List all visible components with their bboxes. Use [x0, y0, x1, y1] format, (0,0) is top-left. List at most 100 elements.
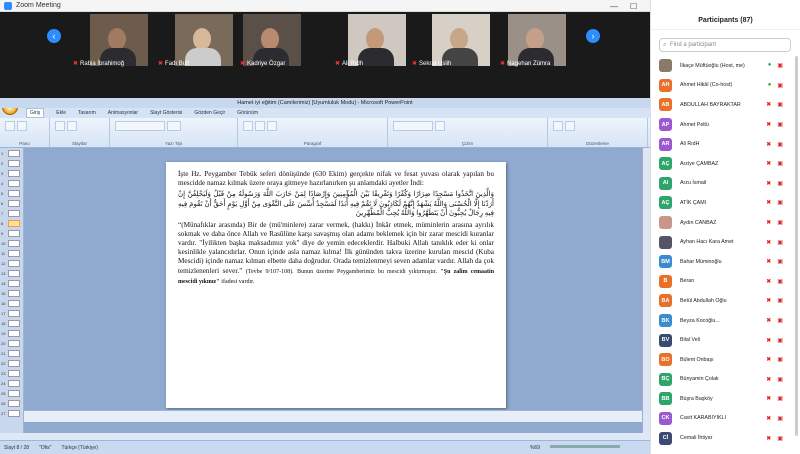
camera-off-icon: ▣	[777, 259, 783, 266]
new-slide-icon[interactable]	[55, 121, 65, 131]
notes-pane[interactable]	[24, 410, 642, 422]
slide-thumb[interactable]	[8, 170, 20, 177]
bullets-icon[interactable]	[243, 121, 253, 131]
camera-off-icon: ▣	[777, 337, 783, 344]
participant-row[interactable]: Cİ Cemali İhtiyar ✖ ▣	[651, 428, 800, 448]
participant-row[interactable]: BA Betül Abdullah Oğlu ✖ ▣	[651, 291, 800, 311]
participant-row[interactable]: BV Bilal Veli ✖ ▣	[651, 330, 800, 350]
slide-thumb[interactable]	[8, 200, 20, 207]
participant-row[interactable]: BÇ Bünyamin Çolak ✖ ▣	[651, 370, 800, 390]
participant-row[interactable]: AÇ Arziye ÇAMBAZ ✖ ▣	[651, 154, 800, 174]
tab-insert[interactable]: Ekle	[56, 110, 66, 116]
mic-muted-icon: ✖	[766, 180, 772, 187]
video-tile[interactable]	[90, 14, 148, 66]
video-tile[interactable]	[243, 14, 301, 66]
shapes-gallery[interactable]	[393, 121, 433, 131]
slide-thumb[interactable]	[8, 230, 20, 237]
layout-icon[interactable]	[67, 121, 77, 131]
participant-row[interactable]: BK Beyza Kocoğlu... ✖ ▣	[651, 311, 800, 331]
participant-row[interactable]: AH Ahmet Hikâl (Co-host) ● ▣	[651, 76, 800, 96]
video-tile[interactable]	[432, 14, 490, 66]
slide-workarea: 1 2 3 4 5 6 7 8 9 10 11 12 13 14 15 16 1…	[0, 148, 650, 433]
participant-name: Arziye ÇAMBAZ	[680, 160, 719, 167]
slide-thumb[interactable]	[8, 160, 20, 167]
tab-review[interactable]: Gözden Geçir	[194, 110, 225, 116]
avatar: BO	[659, 353, 672, 367]
slide-thumb[interactable]	[8, 350, 20, 357]
slide-thumb[interactable]	[8, 260, 20, 267]
slide-thumb[interactable]	[8, 250, 20, 257]
camera-off-icon: ▣	[777, 180, 783, 187]
participant-row[interactable]: BO Bülent Onbaşı ✖ ▣	[651, 350, 800, 370]
align-icon[interactable]	[267, 121, 277, 131]
font-size-select[interactable]	[167, 121, 181, 131]
zoom-slider[interactable]	[550, 445, 620, 448]
participant-row[interactable]: AR Ali RıdH ✖ ▣	[651, 134, 800, 154]
participant-row[interactable]: BB Büşra Başköy ✖ ▣	[651, 389, 800, 409]
video-tile[interactable]	[508, 14, 566, 66]
slide-thumb[interactable]	[8, 340, 20, 347]
cut-icon[interactable]	[17, 121, 27, 131]
next-page-button[interactable]: ›	[586, 29, 600, 43]
current-slide[interactable]: İşte Hz. Peygamber Tebük seferi dönüşünd…	[166, 162, 506, 408]
participant-search-input[interactable]: ⌕ Find a participant	[659, 38, 791, 52]
slide-thumb[interactable]	[8, 240, 20, 247]
mic-muted-icon: ✖	[766, 318, 772, 325]
participant-name: ABDULLAH BAYRAKTAR	[680, 101, 741, 108]
mic-on-icon: ●	[767, 62, 772, 69]
camera-off-icon: ▣	[777, 376, 783, 383]
tab-design[interactable]: Tasarım	[78, 110, 96, 116]
slide-thumb[interactable]	[8, 190, 20, 197]
slide-thumb[interactable]	[8, 270, 20, 277]
slide-thumb[interactable]	[8, 320, 20, 327]
participant-row[interactable]: AI Arzu İsmail ✖ ▣	[651, 174, 800, 194]
find-icon[interactable]	[553, 121, 563, 131]
slide-thumb[interactable]	[8, 290, 20, 297]
participant-row[interactable]: BM Bahar Müminoğlu ✖ ▣	[651, 252, 800, 272]
video-tile[interactable]	[175, 14, 233, 66]
participant-row[interactable]: İlkaçe Müftüoğlu (Host, me) ● ▣	[651, 56, 800, 76]
zoom-percent: %69	[529, 444, 540, 451]
slide-thumb[interactable]	[8, 330, 20, 337]
replace-icon[interactable]	[565, 121, 575, 131]
mic-muted-icon: ✖	[335, 61, 341, 67]
slide-thumb[interactable]	[8, 300, 20, 307]
participant-row[interactable]: AB ABDULLAH BAYRAKTAR ✖ ▣	[651, 95, 800, 115]
participant-row[interactable]: AP Ahmet Peltü ✖ ▣	[651, 115, 800, 135]
slide-thumb[interactable]	[8, 390, 20, 397]
slide-thumb[interactable]	[8, 410, 20, 417]
paste-icon[interactable]	[5, 121, 15, 131]
tab-view[interactable]: Görünüm	[237, 110, 258, 116]
vertical-scrollbar[interactable]	[642, 148, 650, 433]
avatar	[659, 216, 672, 230]
slide-thumb-selected[interactable]	[8, 220, 20, 227]
tab-animations[interactable]: Animasyonlar	[108, 110, 138, 116]
slide-thumb[interactable]	[8, 400, 20, 407]
slide-thumb[interactable]	[8, 210, 20, 217]
font-select[interactable]	[115, 121, 165, 131]
tab-slideshow[interactable]: Slayt Gösterisi	[150, 110, 182, 116]
video-tile[interactable]	[348, 14, 406, 66]
participant-scrollbar[interactable]	[795, 56, 798, 436]
slide-thumb[interactable]	[8, 360, 20, 367]
slide-thumb[interactable]	[8, 280, 20, 287]
participant-row[interactable]: B Beran ✖ ▣	[651, 272, 800, 292]
avatar	[659, 235, 672, 249]
slide-thumb[interactable]	[8, 150, 20, 157]
participant-row[interactable]: Aydın CANBAZ ✖ ▣	[651, 213, 800, 233]
slide-thumb[interactable]	[8, 370, 20, 377]
slide-thumb[interactable]	[8, 380, 20, 387]
arrange-icon[interactable]	[435, 121, 445, 131]
participant-row[interactable]: CK Cavit KARABIYIKLI ✖ ▣	[651, 409, 800, 429]
participant-row[interactable]: AÇ ATİK ÇAMI ✖ ▣	[651, 193, 800, 213]
numbering-icon[interactable]	[255, 121, 265, 131]
slide-thumb[interactable]	[8, 310, 20, 317]
camera-off-icon: ▣	[777, 102, 783, 109]
camera-off-icon: ▣	[777, 298, 783, 305]
minimize-icon[interactable]: —	[610, 2, 618, 11]
participant-row[interactable]: Ayhan Hacı Kara Amet ✖ ▣	[651, 232, 800, 252]
tab-home[interactable]: Giriş	[26, 108, 45, 118]
prev-page-button[interactable]: ‹	[47, 29, 61, 43]
slide-thumb[interactable]	[8, 180, 20, 187]
maximize-icon[interactable]: ☐	[630, 2, 637, 11]
